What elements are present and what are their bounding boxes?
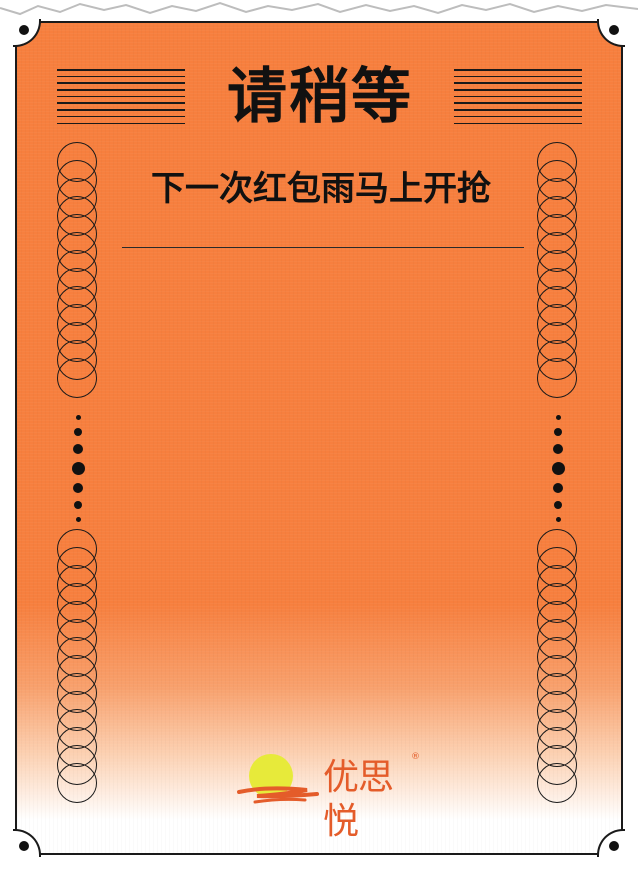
page-title: 请稍等 bbox=[227, 62, 413, 132]
divider-line bbox=[122, 247, 524, 248]
title-lines-right bbox=[454, 69, 582, 129]
ring-column-left-upper bbox=[57, 142, 101, 398]
ring-column-right-upper bbox=[537, 142, 581, 398]
title-lines-left bbox=[57, 69, 185, 129]
subtitle: 下一次红包雨马上开抢 bbox=[151, 169, 491, 209]
brand-name: 优思悦 bbox=[323, 757, 394, 842]
sun-logo-icon bbox=[237, 754, 319, 804]
registered-mark: ® bbox=[411, 752, 420, 762]
ring-column-right-lower bbox=[537, 529, 581, 803]
waiting-card: 请稍等 下一次红包雨马上开抢 优思悦 ® bbox=[15, 21, 623, 855]
dot-column-left bbox=[68, 415, 88, 530]
ring-column-left-lower bbox=[57, 529, 101, 803]
dot-column-right bbox=[548, 415, 568, 530]
brand-logo: 优思悦 ® bbox=[237, 750, 427, 842]
